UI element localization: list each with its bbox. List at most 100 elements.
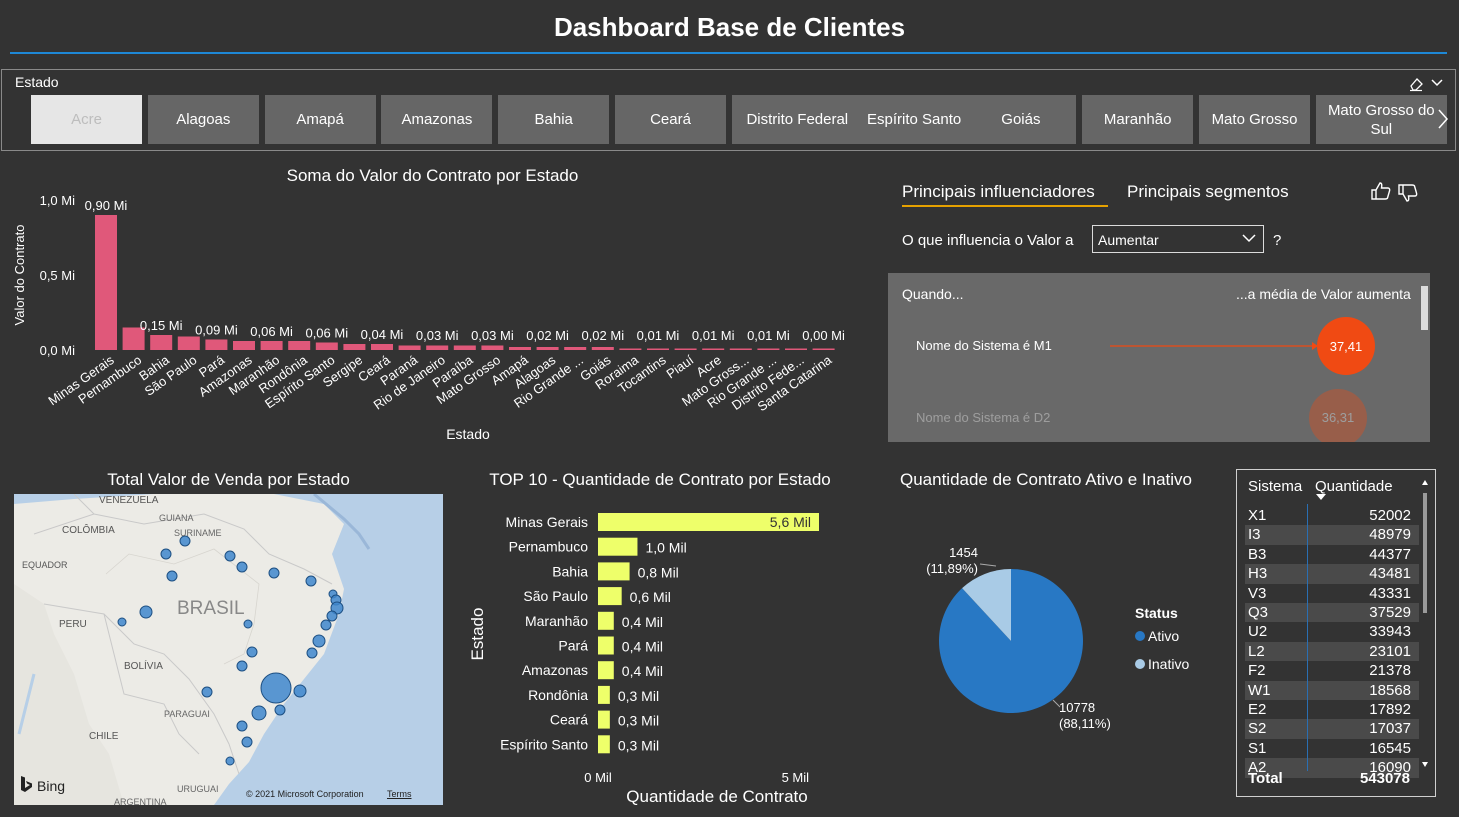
sort-descending-icon[interactable]: [1316, 494, 1326, 500]
influencer-value: 36,31: [1322, 410, 1355, 425]
x-tick-label: 0 Mil: [584, 770, 612, 785]
y-tick-label: Ceará: [550, 712, 588, 728]
map-bubble: [139, 605, 153, 619]
data-label: 0,01 Mi: [692, 328, 735, 343]
influencer-value: 37,41: [1330, 339, 1363, 354]
cell-sistema: V3: [1248, 584, 1267, 602]
map-bubble: [268, 567, 280, 579]
data-label: 0,90 Mi: [85, 198, 128, 213]
data-label: 0,4 Mil: [622, 639, 663, 655]
slicer-tile[interactable]: Alagoas: [147, 95, 259, 144]
table-row: V3 43331: [1245, 584, 1419, 603]
column-divider: [1307, 504, 1308, 771]
bar: [343, 344, 366, 350]
map-bubble: [236, 561, 248, 573]
thumbs-up-icon[interactable]: [1370, 181, 1392, 201]
bar: [598, 587, 622, 606]
bar: [598, 661, 614, 680]
bar: [729, 348, 752, 350]
bar: [481, 345, 504, 350]
slicer-tile[interactable]: Bahia: [498, 95, 610, 144]
slicer-tile[interactable]: Mato Grosso do Sul: [1315, 95, 1447, 144]
cell-sistema: X1: [1248, 507, 1267, 524]
map-bubble: [320, 619, 332, 631]
cell-sistema: F2: [1248, 662, 1266, 680]
slicer-tile[interactable]: Ceará: [615, 95, 726, 144]
bar: [598, 685, 610, 704]
chart3-title: Quantidade de Contrato Ativo e Inativo: [899, 470, 1193, 489]
bar: [785, 348, 807, 350]
label-venezuela: VENEZUELA: [99, 495, 159, 506]
label-argentina: ARGENTINA: [114, 797, 167, 805]
y-tick-label: Amazonas: [522, 662, 588, 678]
data-label: 0,02 Mi: [581, 328, 624, 343]
table-row: X1 52002: [1245, 506, 1419, 525]
col-header-sistema[interactable]: Sistema: [1248, 478, 1302, 495]
bar: [598, 636, 614, 655]
label-paraguai: PARAGUAI: [164, 709, 210, 719]
data-label: 5,6 Mil: [770, 514, 811, 530]
cell-sistema: U2: [1248, 623, 1268, 641]
influence-direction-dropdown[interactable]: Aumentar: [1092, 225, 1264, 253]
bar: [453, 345, 476, 350]
scroll-down-icon: [1422, 762, 1428, 767]
cell-quantidade: 37529: [1369, 604, 1411, 621]
tab-top-segments[interactable]: Principais segmentos: [1127, 182, 1289, 202]
bar: [598, 710, 610, 729]
sales-map[interactable]: VENEZUELA GUIANA SURINAME COLÔMBIA EQUAD…: [14, 494, 443, 805]
eraser-icon[interactable]: [1408, 76, 1424, 92]
map-bubble: [293, 684, 307, 698]
data-label: 0,03 Mi: [416, 328, 459, 343]
map-bubble: [236, 720, 248, 732]
map-terms-link[interactable]: Terms: [387, 789, 412, 799]
bar: [619, 348, 642, 350]
data-label: 0,01 Mi: [637, 328, 680, 343]
map-bubble: [274, 704, 286, 716]
data-label: 0,8 Mil: [638, 564, 679, 580]
y-tick-label: Rondônia: [528, 687, 588, 703]
bing-label: Bing: [37, 778, 66, 794]
pie-value-label: 10778: [1059, 700, 1095, 715]
map-copyright: © 2021 Microsoft Corporation: [246, 789, 364, 799]
chevron-down-icon[interactable]: [1430, 76, 1444, 90]
map-bubble: [241, 736, 253, 748]
slicer-tile[interactable]: Amazonas: [381, 95, 493, 144]
bar: [205, 339, 228, 350]
help-icon[interactable]: ?: [1273, 232, 1281, 249]
col-header-quantidade[interactable]: Quantidade: [1315, 478, 1393, 495]
data-label: 0,3 Mil: [618, 737, 659, 753]
map-bubble: [306, 647, 318, 659]
slicer-tile[interactable]: Acre: [31, 95, 142, 144]
table-row: E2 17892: [1245, 700, 1419, 719]
data-label: 0,04 Mi: [361, 327, 404, 342]
slicer-tile[interactable]: Espírito Santo: [848, 95, 980, 144]
cell-quantidade: 52002: [1369, 507, 1411, 524]
cell-quantidade: 48979: [1369, 526, 1411, 544]
table-scrollbar[interactable]: [1421, 475, 1429, 772]
data-label: 0,02 Mi: [526, 328, 569, 343]
influence-question: O que influencia o Valor a: [902, 232, 1074, 249]
slicer-tile[interactable]: Mato Grosso: [1199, 95, 1310, 144]
cell-sistema: S2: [1248, 720, 1267, 738]
bar: [812, 348, 835, 350]
thumbs-down-icon[interactable]: [1397, 183, 1419, 203]
slicer-tile[interactable]: Goiás: [965, 95, 1077, 144]
bar: [371, 344, 393, 350]
slicer-tile[interactable]: Amapá: [264, 95, 376, 144]
bar: [260, 341, 283, 350]
cell-sistema: B3: [1248, 545, 1267, 563]
data-label: 1,0 Mil: [645, 540, 686, 556]
system-quantity-table: Sistema Quantidade X1 52002 I3 48979 B3 44377…: [1236, 469, 1436, 797]
bar: [95, 215, 117, 350]
data-label: 0,03 Mi: [471, 328, 514, 343]
chevron-right-icon[interactable]: [1436, 108, 1450, 130]
bar: [674, 348, 697, 350]
legend-marker: [1135, 659, 1145, 669]
slicer-title: Estado: [15, 74, 59, 90]
tab-key-influencers[interactable]: Principais influenciadores: [902, 182, 1095, 202]
map-bubble: [117, 617, 127, 627]
map-bubble: [225, 756, 235, 766]
y-tick-label: 0,0 Mi: [40, 343, 76, 358]
slicer-tile[interactable]: Maranhão: [1082, 95, 1194, 144]
slicer-tile[interactable]: Distrito Federal: [731, 95, 863, 144]
